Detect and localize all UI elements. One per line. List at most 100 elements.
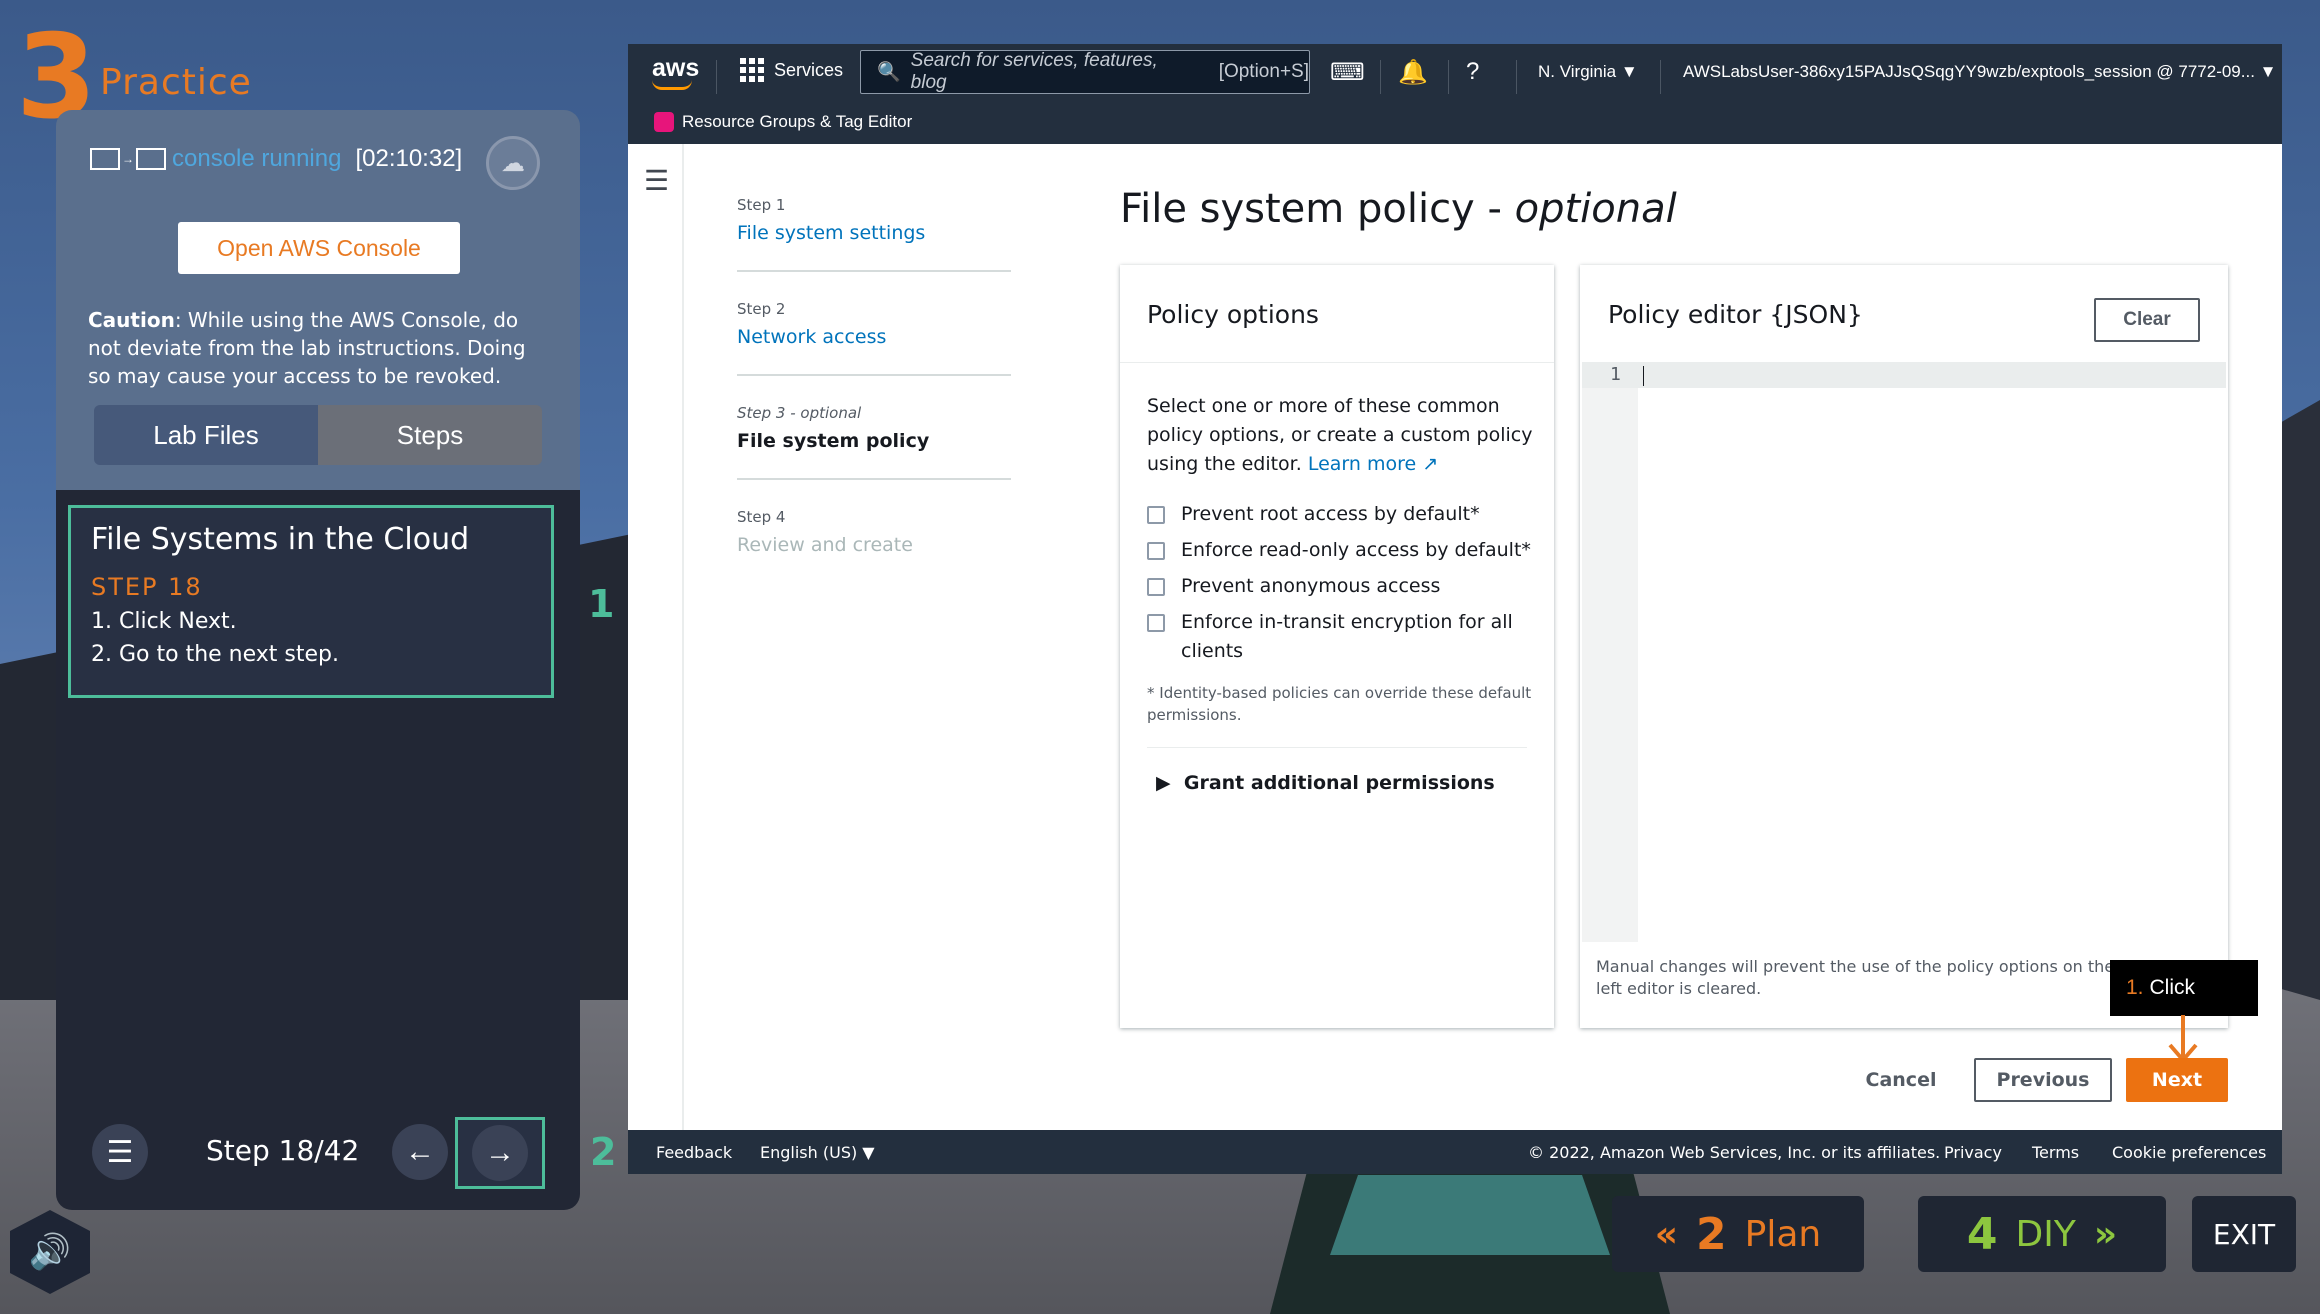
plan-number: 2: [1696, 1208, 1727, 1260]
diy-label: DIY: [2015, 1213, 2076, 1255]
checkbox-label: Prevent anonymous access: [1181, 575, 1441, 597]
terms-link[interactable]: Terms: [2032, 1143, 2079, 1162]
checkbox-label: Prevent root access by default*: [1181, 503, 1480, 525]
nav-divider: [716, 60, 717, 94]
step-link[interactable]: Network access: [737, 326, 886, 348]
editor-active-line: [1582, 362, 2226, 388]
step-counter: Step 18/42: [206, 1134, 360, 1167]
divider: [737, 478, 1011, 480]
divider: [737, 374, 1011, 376]
divider: [737, 270, 1011, 272]
page-title-main: File system policy -: [1120, 186, 1515, 232]
menu-icon[interactable]: ☰: [644, 164, 669, 197]
step-label: Step 2: [737, 300, 786, 318]
wizard-step-1: Step 1 File system settings: [737, 196, 925, 244]
divider: [1120, 362, 1554, 363]
step-link[interactable]: File system settings: [737, 222, 925, 244]
policy-editor-header: Policy editor {JSON}: [1608, 300, 1863, 329]
nav-divider: [1516, 60, 1517, 94]
caution-text: Caution: While using the AWS Console, do…: [88, 306, 548, 390]
background-platform-top: [1330, 1175, 1610, 1255]
marker-2: 2: [590, 1130, 617, 1174]
tooltip-text: Click: [2149, 976, 2196, 999]
checkbox[interactable]: [1147, 506, 1165, 524]
search-shortcut: [Option+S]: [1218, 61, 1309, 82]
tab-steps[interactable]: Steps: [318, 405, 542, 465]
policy-note: * Identity-based policies can override t…: [1147, 684, 1532, 724]
editor-cursor: [1643, 366, 1644, 386]
favorite-resource-groups[interactable]: Resource Groups & Tag Editor: [654, 112, 912, 132]
arrow-left-icon: ←: [405, 1135, 435, 1168]
marker-1: 1: [588, 582, 615, 626]
nav-divider: [1660, 60, 1661, 94]
step-instruction: 1. Click Next.: [91, 609, 237, 634]
step-list-button[interactable]: ☰: [92, 1124, 148, 1180]
checkbox[interactable]: [1147, 614, 1165, 632]
services-menu[interactable]: Services: [740, 58, 843, 82]
open-aws-console-button[interactable]: Open AWS Console: [178, 222, 460, 274]
prevent-root-access-checkbox[interactable]: Prevent root access by default*: [1147, 500, 1480, 529]
console-timer: [02:10:32]: [355, 145, 463, 172]
services-label: Services: [774, 59, 844, 80]
privacy-link[interactable]: Privacy: [1944, 1143, 2002, 1162]
aws-logo-smile: [652, 80, 692, 90]
tab-lab-files[interactable]: Lab Files: [94, 405, 318, 465]
bell-icon[interactable]: 🔔: [1398, 58, 1428, 87]
tooltip-number: 1.: [2126, 976, 2144, 999]
help-icon[interactable]: ?: [1466, 58, 1479, 86]
language-selector[interactable]: English (US) ▼: [760, 1143, 875, 1162]
arrow-right-icon: →: [472, 1125, 528, 1181]
account-menu[interactable]: AWSLabsUser-386xy15PAJJsQSqgYY9wzb/expto…: [1683, 62, 2276, 82]
console-status-text: console running: [172, 145, 342, 172]
checkbox-label: Enforce in-transit encryption for all cl…: [1181, 611, 1513, 662]
cloudshell-icon[interactable]: ⌨: [1330, 58, 1365, 87]
step-instruction: 2. Go to the next step.: [91, 642, 339, 667]
practice-title: Practice: [100, 62, 252, 103]
enforce-encryption-checkbox[interactable]: Enforce in-transit encryption for all cl…: [1147, 608, 1527, 666]
checkbox[interactable]: [1147, 542, 1165, 560]
caret-right-icon: ▶: [1156, 772, 1171, 794]
clear-button[interactable]: Clear: [2094, 298, 2200, 342]
policy-options-header: Policy options: [1147, 300, 1319, 329]
exit-button[interactable]: EXIT: [2192, 1196, 2296, 1272]
cancel-button[interactable]: Cancel: [1856, 1058, 1946, 1102]
step-label: Step 1: [737, 196, 786, 214]
json-editor[interactable]: [1582, 362, 2226, 942]
enforce-read-only-checkbox[interactable]: Enforce read-only access by default*: [1147, 536, 1531, 565]
cookie-preferences-link[interactable]: Cookie preferences: [2112, 1143, 2266, 1162]
nav-divider: [1448, 60, 1449, 94]
grant-permissions-expander[interactable]: ▶ Grant additional permissions: [1156, 772, 1495, 794]
cloud-upload-icon[interactable]: ☁: [486, 136, 540, 190]
double-chevron-right-icon: »: [2093, 1213, 2118, 1255]
step-label: Step 4: [737, 508, 786, 526]
previous-button[interactable]: Previous: [1974, 1058, 2112, 1102]
resource-groups-icon: [654, 112, 674, 132]
previous-step-button[interactable]: ←: [392, 1124, 448, 1180]
editor-note: Manual changes will prevent the use of t…: [1596, 957, 2115, 998]
plan-button[interactable]: « 2 Plan: [1612, 1196, 1864, 1272]
learn-more-link[interactable]: Learn more: [1308, 453, 1416, 475]
search-icon: 🔍: [877, 62, 901, 83]
favorite-label: Resource Groups & Tag Editor: [682, 112, 913, 131]
step-current: File system policy: [737, 430, 930, 452]
wizard-step-4: Step 4 Review and create: [737, 508, 913, 556]
click-tooltip: 1. Click: [2110, 960, 2258, 1016]
divider: [1147, 747, 1527, 748]
console-windows-icon: →: [90, 148, 166, 170]
next-step-button[interactable]: →: [455, 1117, 545, 1189]
side-nav: [628, 144, 684, 1130]
checkbox[interactable]: [1147, 578, 1165, 596]
external-link-icon: ↗: [1422, 453, 1439, 475]
page-title: File system policy - optional: [1120, 186, 1677, 232]
diy-button[interactable]: 4 DIY »: [1918, 1196, 2166, 1272]
aws-logo[interactable]: aws: [652, 54, 699, 83]
feedback-link[interactable]: Feedback: [656, 1143, 732, 1162]
prevent-anonymous-checkbox[interactable]: Prevent anonymous access: [1147, 572, 1440, 601]
policy-options-description: Select one or more of these common polic…: [1147, 392, 1537, 479]
wizard-step-3: Step 3 - optional File system policy: [737, 404, 929, 452]
next-button[interactable]: Next: [2126, 1058, 2228, 1102]
diy-number: 4: [1966, 1208, 1998, 1260]
region-selector[interactable]: N. Virginia ▼: [1538, 62, 1638, 82]
search-input[interactable]: 🔍 Search for services, features, blog [O…: [860, 50, 1310, 94]
copyright: © 2022, Amazon Web Services, Inc. or its…: [1528, 1143, 1941, 1162]
